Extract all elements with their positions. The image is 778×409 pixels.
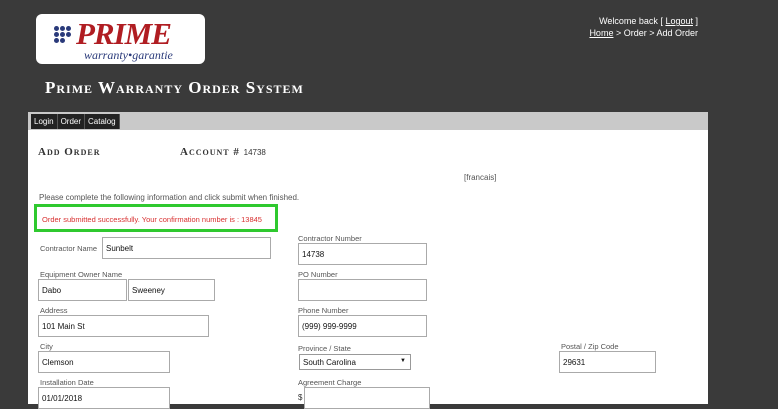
language-link[interactable]: [francais]: [464, 173, 496, 182]
contractor-number-input[interactable]: 14738: [298, 243, 427, 265]
breadcrumb-home-link[interactable]: Home: [589, 28, 613, 38]
success-message: Order submitted successfully. Your confi…: [42, 215, 262, 224]
contractor-name-label: Contractor Name: [40, 244, 98, 253]
chevron-down-icon: ▼: [400, 358, 406, 364]
city-input[interactable]: Clemson: [38, 351, 170, 373]
success-highlight: Order submitted successfully. Your confi…: [34, 204, 278, 232]
breadcrumb: Home > Order > Add Order: [589, 27, 698, 39]
logo-title: PRIME: [76, 16, 172, 51]
installation-date-input[interactable]: 01/01/2018: [38, 387, 170, 409]
owner-first-name-input[interactable]: Dabo: [38, 279, 127, 301]
contractor-number-label: Contractor Number: [298, 234, 362, 243]
phone-number-label: Phone Number: [298, 306, 349, 315]
menu-item-catalog[interactable]: Catalog: [85, 114, 120, 129]
agreement-charge-label: Agreement Charge: [298, 378, 362, 387]
phone-number-input[interactable]: (999) 999-9999: [298, 315, 427, 337]
address-label: Address: [40, 306, 68, 315]
breadcrumb-trail: > Order > Add Order: [613, 28, 698, 38]
menu-item-login[interactable]: Login: [31, 114, 58, 129]
agreement-charge-input[interactable]: [304, 387, 430, 409]
welcome-area: Welcome back [ Logout ] Home > Order > A…: [589, 15, 698, 39]
postal-code-label: Postal / Zip Code: [561, 342, 619, 351]
installation-date-label: Installation Date: [40, 378, 94, 387]
menu: Login Order Catalog: [31, 114, 120, 129]
account-label: Account #: [180, 146, 240, 158]
currency-symbol: $: [298, 393, 303, 402]
prime-logo: PRIME warranty•garantie: [36, 14, 205, 64]
logout-link[interactable]: Logout: [665, 16, 693, 26]
welcome-suffix: ]: [695, 16, 698, 26]
address-input[interactable]: 101 Main St: [38, 315, 209, 337]
instructions-text: Please complete the following informatio…: [39, 193, 300, 202]
account-number: 14738: [243, 148, 266, 157]
account-heading: Account # 14738: [180, 146, 266, 158]
owner-last-name-input[interactable]: Sweeney: [128, 279, 215, 301]
page-title: Add Order: [38, 146, 101, 158]
contractor-name-input[interactable]: Sunbelt: [102, 237, 271, 259]
province-select[interactable]: South Carolina ▼: [299, 354, 411, 370]
po-number-label: PO Number: [298, 270, 338, 279]
city-label: City: [40, 342, 53, 351]
welcome-text: Welcome back [: [599, 16, 663, 26]
equipment-owner-label: Equipment Owner Name: [40, 270, 123, 279]
menu-bar: Login Order Catalog: [28, 112, 708, 130]
po-number-input[interactable]: [298, 279, 427, 301]
province-selected-value: South Carolina: [303, 358, 356, 367]
province-label: Province / State: [298, 344, 351, 353]
menu-item-order[interactable]: Order: [58, 114, 86, 129]
logo-dots-icon: [54, 26, 74, 50]
postal-code-input[interactable]: 29631: [559, 351, 656, 373]
logo-subtitle: warranty•garantie: [84, 48, 173, 62]
main-panel: Login Order Catalog Add Order Account # …: [28, 112, 708, 409]
site-title: Prime Warranty Order System: [45, 78, 304, 97]
